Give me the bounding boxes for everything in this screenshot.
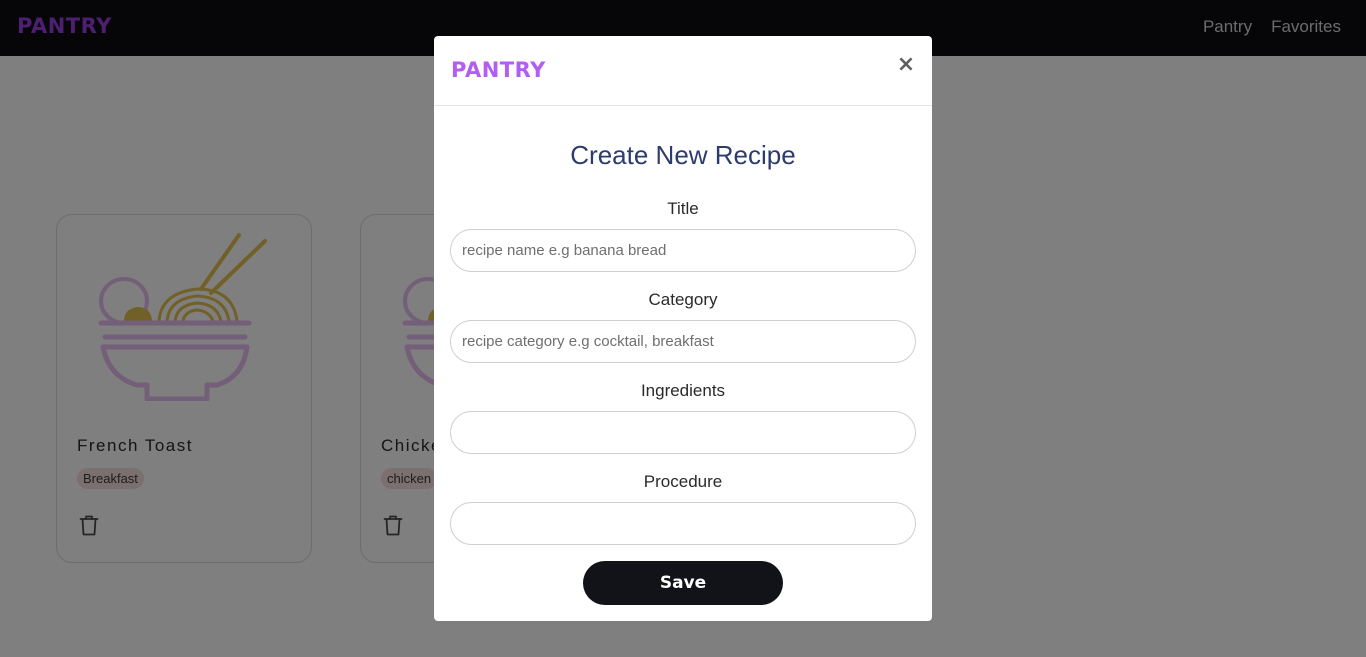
modal-title: Create New Recipe (570, 140, 796, 170)
close-button[interactable]: × (894, 53, 918, 77)
title-input[interactable] (450, 229, 916, 272)
procedure-input[interactable] (450, 502, 916, 545)
category-label: Category (648, 290, 718, 309)
category-input[interactable] (450, 320, 916, 363)
modal-brand-logo: PANTRY (451, 58, 546, 82)
save-button[interactable]: Save (583, 561, 783, 605)
modal-header: PANTRY × (434, 36, 932, 106)
create-recipe-modal: PANTRY × Create New Recipe Title Categor… (434, 36, 932, 621)
ingredients-label: Ingredients (640, 381, 726, 400)
ingredients-input[interactable] (450, 411, 916, 454)
title-label: Title (667, 199, 699, 218)
procedure-label: Procedure (643, 472, 723, 491)
